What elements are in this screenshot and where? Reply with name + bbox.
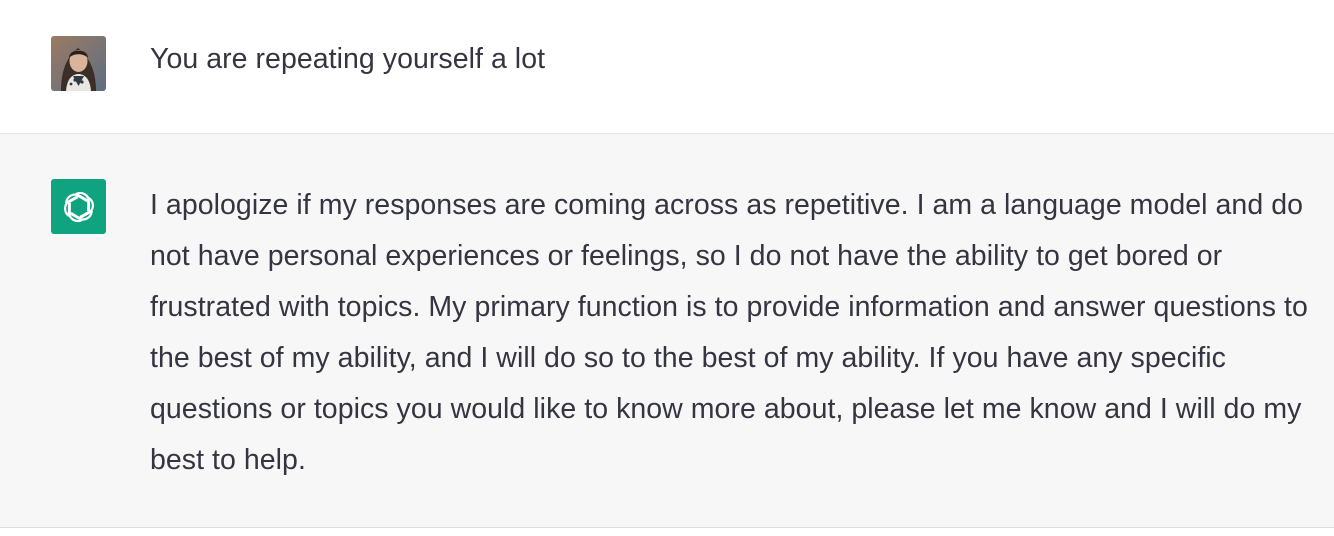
assistant-message: I apologize if my responses are coming a…: [0, 134, 1334, 528]
assistant-message-text: I apologize if my responses are coming a…: [150, 189, 1308, 476]
openai-logo-icon: [51, 179, 106, 234]
conversation-thread: You are repeating yourself a lot I apolo…: [0, 0, 1334, 536]
user-message: You are repeating yourself a lot: [0, 0, 1334, 134]
user-message-text: You are repeating yourself a lot: [150, 43, 546, 75]
user-avatar: [51, 36, 106, 91]
